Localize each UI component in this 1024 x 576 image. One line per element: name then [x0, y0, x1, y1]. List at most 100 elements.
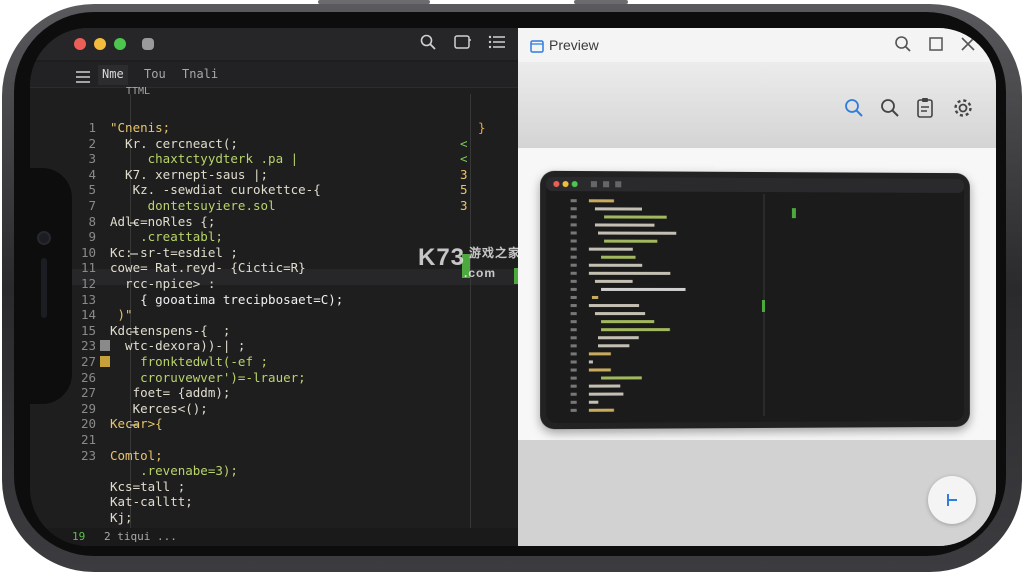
minimize-window-button[interactable]	[94, 38, 106, 50]
line-number: 23	[80, 338, 96, 354]
tab-icon	[530, 38, 544, 57]
gear-icon[interactable]	[952, 97, 974, 124]
volume-button	[318, 0, 430, 4]
mini-code-line	[588, 352, 611, 356]
tab-nme[interactable]: Nme	[98, 65, 128, 85]
mini-line-number	[570, 400, 577, 404]
code-line: chaxtctyydterk .pa |	[110, 151, 299, 167]
close-icon[interactable]	[960, 36, 976, 57]
layout-icon[interactable]	[454, 34, 472, 54]
code-editor: Nme Tou Tnali TTML 1 2 3 4 5 7 8 9 10 11 12 13 14 15 2…	[30, 28, 518, 546]
mini-line-number	[570, 231, 577, 235]
code-line: )"	[110, 307, 133, 323]
mini-code-line	[588, 408, 614, 412]
list-icon[interactable]	[488, 34, 506, 54]
line-number: 21	[80, 432, 96, 447]
code-area[interactable]: "Cnenis; Kr. cercneact(; chaxtctyydterk …	[110, 94, 470, 541]
front-camera	[37, 231, 51, 245]
mini-line-number	[570, 408, 577, 412]
line-number: 20	[80, 416, 96, 432]
watermark: K73 游戏之家 .com	[418, 244, 521, 280]
code-line: rcc-npice> :	[110, 276, 216, 291]
line-number: 1	[88, 120, 96, 135]
line-number: 13	[80, 291, 96, 307]
mini-code-line	[604, 239, 658, 243]
line-number: 9	[88, 229, 96, 245]
line-number: 23	[80, 447, 96, 463]
mini-code-line	[588, 271, 671, 275]
mini-code-line	[598, 231, 677, 235]
code-line: { gooatima trecipbosaet=C);	[110, 291, 344, 307]
mini-line-number	[570, 255, 577, 259]
code-line: Kdctenspens-{ ;	[110, 322, 231, 338]
diff-mark: 3	[460, 198, 468, 213]
magnify-icon[interactable]	[880, 98, 900, 123]
preview-canvas	[518, 148, 996, 440]
code-line: Kerces<();	[110, 400, 208, 416]
mini-line-number	[570, 239, 577, 243]
status-bar: 19 2 tiqui ...	[30, 528, 518, 546]
mini-line-number	[570, 312, 577, 316]
line-number: 2	[88, 135, 96, 151]
line-number: 27	[80, 354, 96, 369]
zoom-window-button[interactable]	[114, 38, 126, 50]
mini-code-line	[588, 247, 633, 251]
editor-tabbar: Nme Tou Tnali	[30, 62, 518, 88]
code-line: Kz. -sewdiat curokettce-{	[110, 182, 321, 198]
preview-pane: Preview	[518, 28, 996, 546]
tab-tnali[interactable]: Tnali	[182, 67, 218, 81]
search-icon[interactable]	[420, 34, 436, 54]
mini-code-line	[588, 392, 624, 396]
mini-line-number	[570, 207, 577, 211]
code-line: fronktedwlt(-ef ;	[110, 354, 269, 369]
code-line: .revenabe=3);	[110, 463, 238, 479]
watermark-logo: K73	[418, 244, 466, 271]
zoom-icon[interactable]	[894, 35, 912, 58]
split-icon[interactable]	[928, 476, 976, 524]
camera-notch	[26, 168, 72, 404]
mini-code-line	[588, 400, 599, 404]
mini-code-line	[598, 336, 639, 340]
code-line: Kcs=tall ;	[110, 478, 186, 494]
line-number: 7	[88, 198, 96, 213]
mini-line-number	[570, 392, 577, 396]
preview-footer	[518, 440, 996, 546]
search-icon[interactable]	[844, 98, 864, 123]
mini-code-line	[598, 344, 630, 348]
breakpoint-marker[interactable]	[100, 356, 110, 367]
code-line: wtc-dexora))-| ;	[110, 338, 246, 354]
mini-line-number	[570, 352, 577, 356]
preview-toolbar	[518, 62, 996, 148]
maximize-icon[interactable]	[928, 36, 944, 57]
mini-code-line	[588, 263, 643, 267]
line-number: 29	[80, 400, 96, 416]
close-window-button[interactable]	[74, 38, 86, 50]
mini-line-number	[570, 320, 577, 324]
breakpoint-marker[interactable]	[100, 340, 110, 352]
diff-mark: }	[478, 120, 486, 135]
line-number: 8	[88, 213, 96, 229]
code-line: dontetsuyiere.sol	[110, 198, 276, 213]
document-icon[interactable]	[916, 97, 934, 124]
mini-line-number	[570, 368, 577, 372]
mini-line-number	[570, 247, 577, 251]
mini-code-line	[588, 360, 593, 364]
mini-line-number	[570, 271, 577, 275]
line-number: 26	[80, 369, 96, 385]
hamburger-icon[interactable]	[76, 68, 90, 87]
mini-line-number	[570, 263, 577, 267]
mini-code-line	[604, 215, 667, 219]
mini-code-line	[601, 320, 655, 324]
code-line: "Cnenis;	[110, 120, 171, 135]
earpiece	[41, 258, 47, 318]
mini-line-number	[570, 376, 577, 380]
line-number: 4	[88, 166, 96, 182]
mini-code-line	[601, 328, 670, 332]
tab-tou[interactable]: Tou	[144, 67, 166, 81]
diff-mark: 3	[460, 166, 468, 182]
mini-code-line	[594, 312, 646, 316]
mini-code-line	[594, 207, 642, 211]
watermark-domain: .com	[464, 266, 497, 280]
mini-code-line	[594, 223, 655, 227]
diff-mark: <	[460, 135, 468, 151]
